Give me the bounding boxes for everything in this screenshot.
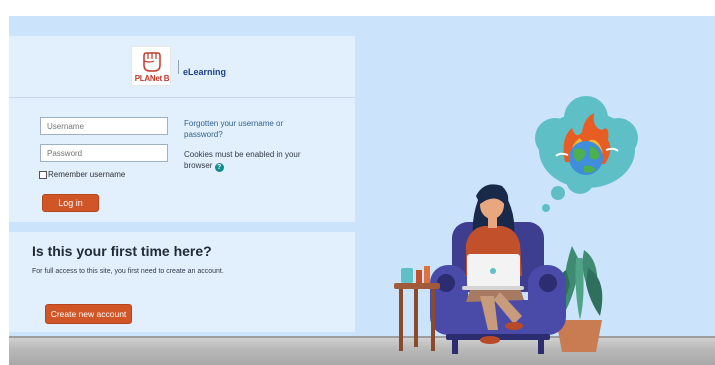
site-logo[interactable]: PLANet B xyxy=(131,46,171,86)
question-circle-icon[interactable]: ? xyxy=(214,163,224,172)
login-header: PLANet B eLearning xyxy=(9,36,355,98)
raised-fist-icon xyxy=(143,52,161,72)
signup-title: Is this your first time here? xyxy=(32,243,212,259)
floor xyxy=(9,338,715,365)
create-account-button[interactable]: Create new account xyxy=(45,304,132,324)
cookies-notice-text: Cookies must be enabled in your browser xyxy=(184,150,301,170)
logo-text: PLANet B xyxy=(134,74,170,83)
signup-description: For full access to this site, you first … xyxy=(32,268,224,275)
login-button[interactable]: Log in xyxy=(42,194,99,212)
username-input[interactable] xyxy=(40,117,168,135)
login-card: PLANet B eLearning Remember username Log… xyxy=(9,36,355,222)
signup-card: Is this your first time here? For full a… xyxy=(9,232,355,332)
site-name: eLearning xyxy=(183,67,227,77)
logo-divider xyxy=(178,60,179,74)
remember-checkbox[interactable] xyxy=(39,170,47,179)
remember-username[interactable]: Remember username xyxy=(39,170,125,179)
remember-label: Remember username xyxy=(48,170,126,179)
forgot-password-link[interactable]: Forgotten your username or password? xyxy=(184,118,304,140)
cookies-notice: Cookies must be enabled in your browser … xyxy=(184,149,304,172)
password-input[interactable] xyxy=(40,144,168,162)
